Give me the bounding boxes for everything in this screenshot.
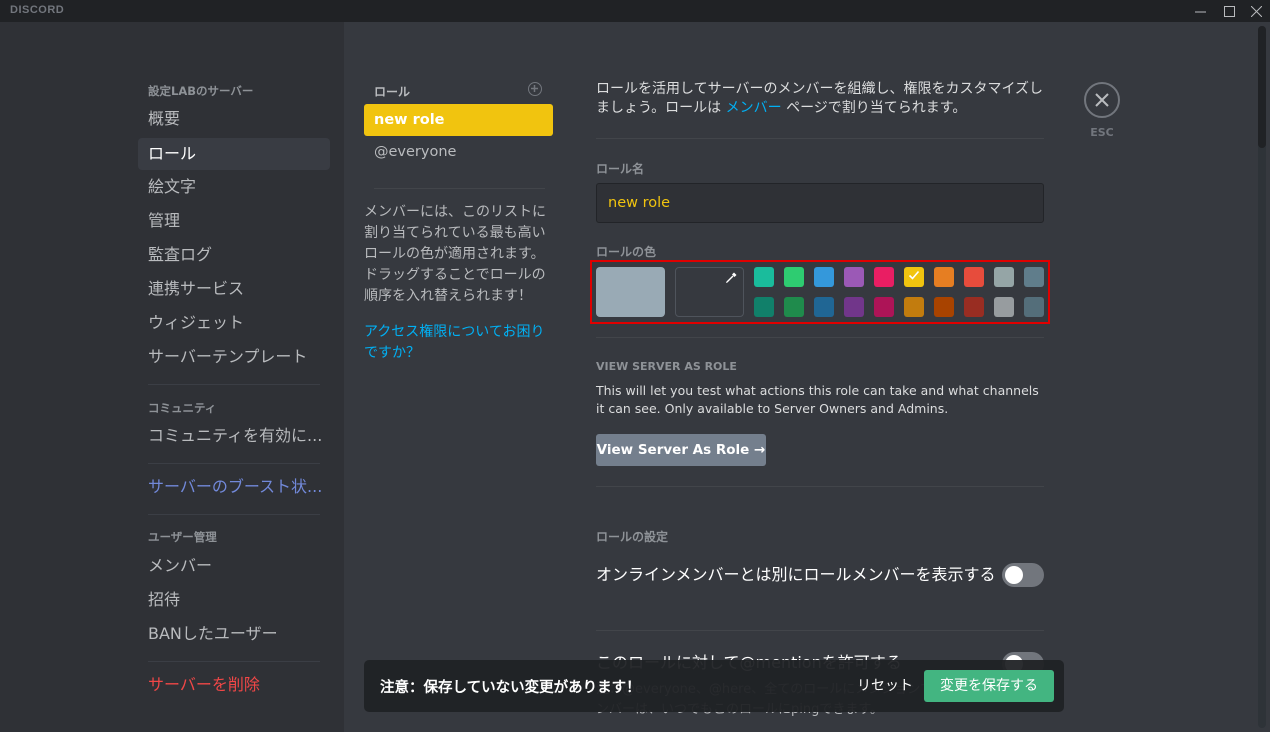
roles-list-header: ロール [374, 85, 411, 99]
sidebar-item-audit-log[interactable]: 監査ログ [138, 239, 330, 271]
color-swatch[interactable] [1024, 297, 1044, 317]
roles-help-text: メンバーには、このリストに割り当てられている最も高いロールの色が適用されます。ド… [364, 204, 546, 304]
color-swatch[interactable] [754, 267, 774, 287]
view-as-role-header: VIEW SERVER AS ROLE [596, 360, 737, 373]
permissions-help-link[interactable]: アクセス権限についてお困りですか？ [364, 322, 554, 364]
title-bar: DISCORD [0, 0, 1270, 22]
section-divider [596, 630, 1044, 631]
add-role-button[interactable] [528, 82, 542, 96]
color-swatch[interactable] [934, 267, 954, 287]
plus-circle-icon [531, 85, 538, 92]
color-swatch[interactable] [874, 297, 894, 317]
custom-color-swatch[interactable] [675, 267, 744, 317]
color-swatch[interactable] [904, 267, 924, 287]
sidebar-item-moderation[interactable]: 管理 [138, 205, 330, 237]
sidebar-item-overview[interactable]: 概要 [138, 103, 330, 135]
view-as-role-description: This will let you test what actions this… [596, 383, 1039, 416]
sidebar-header-community: コミュニティ [148, 401, 217, 415]
roles-intro: ロールを活用してサーバーのメンバーを組織し、権限をカスタマイズしましょう。ロール… [596, 80, 1048, 118]
section-divider [596, 337, 1044, 338]
sidebar-item-enable-community[interactable]: コミュニティを有効に... [138, 420, 330, 452]
color-swatch[interactable] [964, 267, 984, 287]
role-color-label: ロールの色 [596, 245, 657, 259]
sidebar-header-server: 設定LABのサーバー [148, 84, 254, 98]
maximize-button[interactable] [1215, 0, 1243, 22]
color-swatch[interactable] [964, 297, 984, 317]
sidebar-item-members[interactable]: メンバー [138, 550, 330, 582]
role-name-input[interactable]: new role [596, 183, 1044, 223]
role-settings-header: ロールの設定 [596, 530, 669, 544]
sidebar-item-integrations[interactable]: 連携サービス [138, 273, 330, 305]
color-swatch[interactable] [1024, 267, 1044, 287]
color-swatch[interactable] [904, 297, 924, 317]
sidebar-item-server-template[interactable]: サーバーテンプレート [138, 341, 330, 373]
default-color-swatch[interactable] [596, 267, 665, 317]
color-swatch[interactable] [844, 267, 864, 287]
color-swatch[interactable] [994, 267, 1014, 287]
minimize-icon [1194, 11, 1206, 12]
sidebar-divider [148, 661, 320, 662]
toggle-knob [1005, 566, 1023, 584]
discord-logo: DISCORD [10, 4, 65, 16]
color-swatch[interactable] [994, 297, 1014, 317]
close-settings-button[interactable] [1084, 82, 1120, 118]
hoist-toggle[interactable] [1002, 563, 1044, 587]
sidebar-divider [148, 463, 320, 464]
role-item-everyone[interactable]: @everyone [364, 136, 553, 168]
checkmark-icon [908, 270, 920, 280]
sidebar-item-roles[interactable]: ロール [138, 138, 330, 170]
unsaved-changes-text: 注意：保存していない変更があります！ [380, 680, 641, 696]
intro-text: ページで割り当てられます。 [781, 100, 967, 116]
save-changes-button[interactable]: 変更を保存する [924, 670, 1054, 702]
setting-hoist-label: オンラインメンバーとは別にロールメンバーを表示する [596, 565, 996, 584]
sidebar-divider [148, 514, 320, 515]
view-server-as-role-button[interactable]: View Server As Role → [596, 434, 766, 466]
sidebar-item-invites[interactable]: 招待 [138, 584, 330, 616]
section-divider [596, 486, 1044, 487]
color-swatch[interactable] [814, 267, 834, 287]
minimize-button[interactable] [1186, 0, 1214, 22]
role-name-label: ロール名 [596, 162, 645, 176]
eyedropper-icon [726, 272, 737, 283]
sidebar-divider [148, 384, 320, 385]
sidebar-item-bans[interactable]: BANしたユーザー [138, 618, 330, 650]
scrollbar-thumb[interactable] [1258, 26, 1266, 148]
close-window-button[interactable] [1242, 0, 1270, 22]
close-icon [1095, 93, 1109, 107]
color-swatch[interactable] [844, 297, 864, 317]
sidebar-item-widget[interactable]: ウィジェット [138, 307, 330, 339]
esc-label: ESC [1090, 126, 1114, 139]
sidebar-item-delete-server[interactable]: サーバーを削除 [138, 669, 330, 701]
close-icon [1250, 5, 1262, 17]
role-item-new-role[interactable]: new role [364, 104, 553, 136]
color-swatch[interactable] [874, 267, 894, 287]
reset-button[interactable]: リセット [848, 670, 922, 702]
color-swatch[interactable] [784, 297, 804, 317]
sidebar-item-emoji[interactable]: 絵文字 [138, 171, 330, 203]
color-swatch[interactable] [754, 297, 774, 317]
maximize-icon [1223, 5, 1235, 17]
roles-divider [374, 188, 545, 189]
section-divider [596, 138, 1044, 139]
color-swatch[interactable] [934, 297, 954, 317]
sidebar-header-user-management: ユーザー管理 [148, 530, 217, 544]
color-swatch[interactable] [814, 297, 834, 317]
members-link[interactable]: メンバー [726, 100, 782, 116]
sidebar-item-server-boost[interactable]: サーバーのブースト状... [138, 471, 330, 503]
color-swatch[interactable] [784, 267, 804, 287]
